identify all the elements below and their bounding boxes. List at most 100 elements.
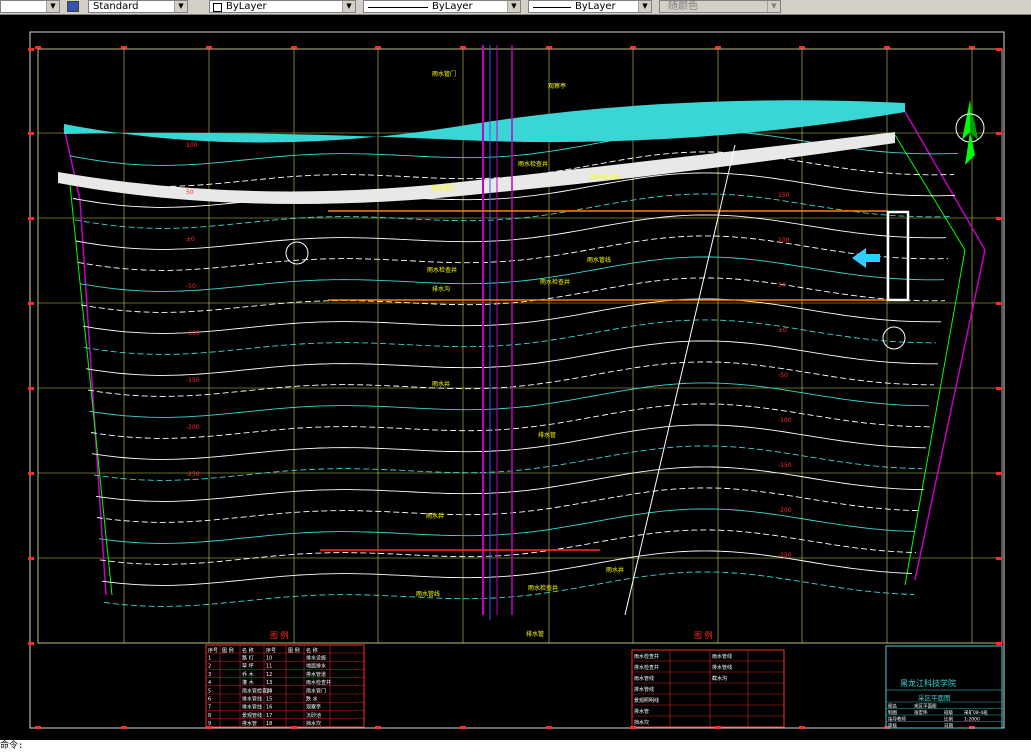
annotation-text: 雨水检查井	[528, 584, 558, 592]
annotation-text: 雨水井	[606, 566, 624, 574]
chevron-down-icon[interactable]: ▼	[46, 1, 59, 12]
legend-left-cell: 17	[266, 713, 272, 719]
grid-tick	[28, 132, 34, 135]
legend-left-cell: 11	[266, 664, 272, 670]
title-drawing: 采区平面图	[918, 693, 951, 702]
legend-left-cell: 16	[266, 705, 272, 711]
chevron-down-icon[interactable]: ▼	[174, 1, 187, 12]
textstyle-value: Standard	[93, 1, 139, 12]
legend-left-cell: 地面排水	[306, 663, 326, 670]
grid-tick	[996, 387, 1002, 390]
annotation-text: 雨水检查井	[518, 160, 548, 168]
lineweight-dropdown[interactable]: ByLayer ▼	[528, 0, 652, 13]
legend-left-cell: 2	[208, 664, 211, 670]
annotation-text: 观察亭	[548, 82, 566, 90]
legend-left-cell: 1	[208, 656, 211, 662]
grid-tick	[799, 726, 805, 729]
grid-tick	[996, 557, 1002, 560]
contour-label-right: 50	[778, 282, 786, 289]
color-dropdown[interactable]: ByLayer ▼	[209, 0, 356, 13]
grid-tick	[121, 726, 127, 729]
grid-tick	[206, 46, 212, 49]
grid-tick	[28, 472, 34, 475]
contour-label-right: 100	[778, 237, 790, 244]
textstyle-dropdown[interactable]: Standard ▼	[88, 0, 188, 13]
contour-label-left: 50	[186, 189, 194, 196]
chevron-down-icon[interactable]: ▼	[638, 1, 651, 12]
legend-left-cell: 18	[266, 721, 272, 727]
annotation-text: 雨水井	[432, 380, 450, 388]
grid-tick	[28, 302, 34, 305]
grid-tick	[799, 46, 805, 49]
drawing-canvas[interactable]: 100 50 ±0 -50 -100 -150 -200 -250 150 100 50 ±0 -50 -…	[0, 15, 1031, 740]
grid-tick	[35, 726, 41, 729]
legend-right-cell: 排水管线	[634, 686, 654, 693]
properties-toolbar: ▼ Standard ▼ ByLayer ▼ ByLayer ▼ ByLayer…	[0, 0, 1031, 15]
contour-label-left: -50	[186, 283, 196, 290]
contour-label-left: -150	[186, 377, 200, 384]
color-swatch-icon	[213, 3, 222, 12]
grid-tick	[546, 46, 552, 49]
textstyle-icon[interactable]	[67, 1, 79, 12]
contour-label-left: -100	[186, 330, 200, 337]
contour-label-left: -250	[186, 471, 200, 478]
legend-left-cell: 挡水坎	[306, 720, 321, 727]
legend-left-cell: 观察亭	[306, 704, 321, 711]
contour-label-right: -50	[778, 372, 788, 379]
legend-left-cell: 灌 木	[242, 679, 254, 686]
title-school: 黑龙江科技学院	[900, 678, 956, 688]
grid-tick	[630, 46, 636, 49]
legend-left-cell: 排水管线	[242, 696, 262, 703]
annotation-text: 雨水管门	[432, 184, 456, 192]
contour-label-right: -250	[778, 552, 792, 559]
grid-tick	[996, 642, 1002, 645]
title-cell: 审核	[888, 722, 897, 729]
grid-tick	[28, 217, 34, 220]
grid-tick	[546, 726, 552, 729]
grid-tick	[375, 46, 381, 49]
linetype-dropdown[interactable]: ByLayer ▼	[363, 0, 521, 13]
plotstyle-dropdown: 随颜色 ▼	[659, 0, 781, 13]
linetype-sample-icon	[368, 7, 428, 8]
chevron-down-icon[interactable]: ▼	[342, 1, 355, 12]
annotation-text: 排水管	[538, 431, 556, 439]
grid-tick	[996, 132, 1002, 135]
legend-left-cell: 排水设施	[306, 655, 326, 662]
legend-right-title: 图 例	[694, 630, 713, 640]
legend-left-cell: 15	[266, 697, 272, 703]
legend-left-cell: 排水管道	[306, 671, 326, 678]
grid-tick	[375, 726, 381, 729]
command-prompt: 命令:	[0, 741, 24, 751]
grid-tick	[996, 217, 1002, 220]
legend-right-cell: 雨水检查井	[634, 653, 659, 660]
legend-right-cell: 截水沟	[712, 675, 727, 682]
grid-tick	[28, 642, 34, 645]
legend-left-cell: 12	[266, 672, 272, 678]
legend-right-cell: 排水管线	[712, 664, 732, 671]
annotation-text: 雨水排水管	[590, 173, 620, 181]
legend-left-cell: 路 灯	[242, 655, 254, 662]
contour-label-right: -200	[778, 507, 792, 514]
annotation-text: 雨水井	[426, 512, 444, 520]
legend-left-cell: 6	[208, 697, 211, 703]
layer-dropdown[interactable]: ▼	[0, 0, 60, 13]
chevron-down-icon[interactable]: ▼	[507, 1, 520, 12]
grid-tick	[996, 48, 1002, 51]
contour-label-right: -100	[778, 417, 792, 424]
annotation-text: 雨水检查井	[427, 266, 457, 274]
legend-left-cell: 8	[208, 713, 211, 719]
legend-left-cell: 3	[208, 672, 211, 678]
legend-left-cell: 7	[208, 705, 211, 711]
legend-left-title: 图 例	[270, 630, 289, 640]
legend-left-cell: 排水管线	[242, 704, 262, 711]
legend-left-cell: 13	[266, 680, 272, 686]
command-line[interactable]: 命令:	[0, 740, 1031, 752]
grid-tick	[996, 302, 1002, 305]
grid-tick	[291, 46, 297, 49]
legend-left-cell: 排水管	[242, 720, 257, 727]
grid-tick	[28, 387, 34, 390]
legend-right-cell: 挡水坎	[634, 719, 649, 726]
contour-label-right: 150	[778, 192, 790, 199]
legend-left-cell: 10	[266, 656, 272, 662]
lineweight-value: ByLayer	[575, 1, 616, 12]
